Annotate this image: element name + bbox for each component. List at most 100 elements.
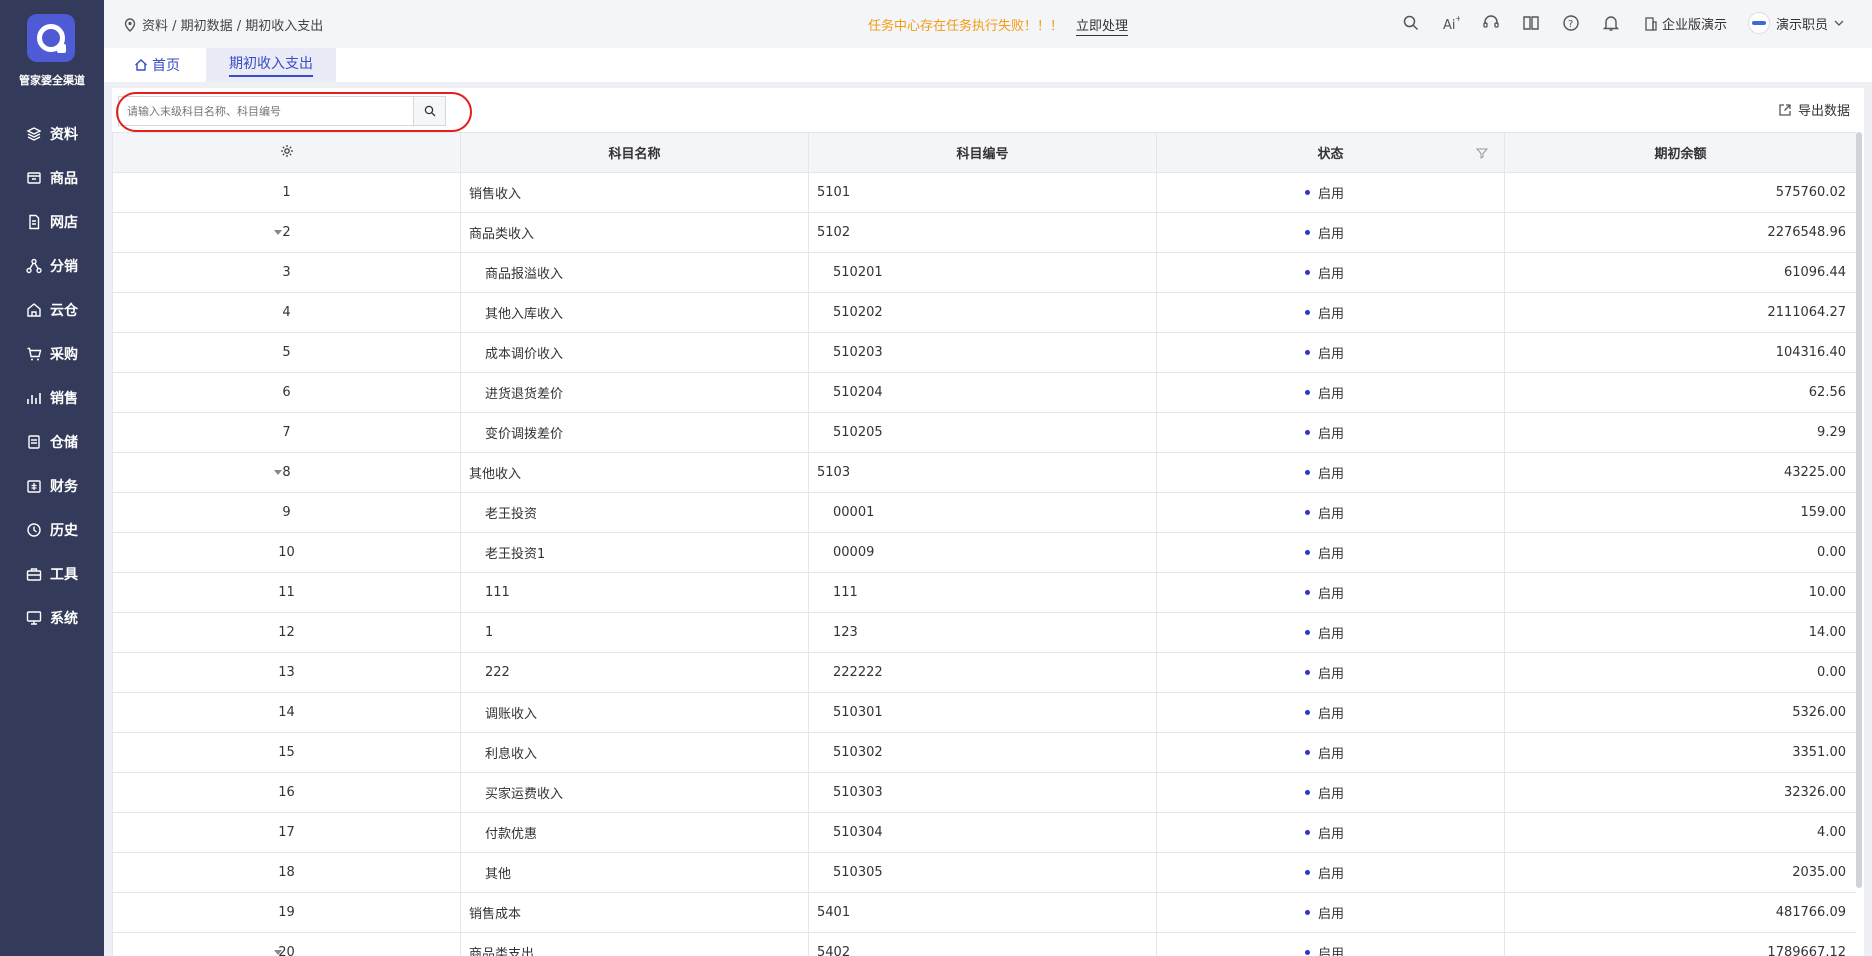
search-input[interactable]	[119, 97, 409, 125]
handle-now-link[interactable]: 立即处理	[1076, 15, 1129, 36]
opening-balance-cell: 1789667.12	[1504, 932, 1856, 956]
status-dot-icon	[1305, 870, 1310, 875]
subject-code-cell: 00009	[808, 532, 1157, 573]
subject-name-cell: 销售收入	[460, 172, 809, 213]
ai-icon[interactable]: Ai +	[1442, 14, 1460, 32]
status-dot-icon	[1305, 190, 1310, 195]
opening-balance-cell: 14.00	[1504, 612, 1856, 653]
svg-text:Ai: Ai	[1443, 18, 1456, 32]
sidebar-item-label: 资料	[50, 127, 78, 143]
sidebar-item-4[interactable]: 云仓	[0, 288, 104, 332]
search-button[interactable]	[413, 97, 445, 125]
status-dot-icon	[1305, 630, 1310, 635]
column-header-status[interactable]: 状态	[1156, 132, 1505, 173]
table-row[interactable]: 11 111 111 启用 10.00	[112, 572, 1856, 613]
expand-caret-icon[interactable]	[274, 950, 282, 955]
sidebar-item-11[interactable]: 系统	[0, 596, 104, 640]
search-box	[118, 96, 446, 126]
sidebar-item-10[interactable]: 工具	[0, 552, 104, 596]
table-row[interactable]: 20 商品类支出 5402 启用 1789667.12	[112, 932, 1856, 956]
subject-code-cell: 5402	[808, 932, 1157, 956]
table-row[interactable]: 13 222 222222 启用 0.00	[112, 652, 1856, 693]
row-index: 7	[282, 425, 291, 440]
table-row[interactable]: 18 其他 510305 启用 2035.00	[112, 852, 1856, 893]
table-header-row: 科目名称 科目编号 状态 期初余额	[112, 132, 1856, 173]
table-row[interactable]: 17 付款优惠 510304 启用 4.00	[112, 812, 1856, 853]
row-index-cell: 2	[112, 212, 461, 253]
row-index: 16	[278, 785, 295, 800]
bell-icon[interactable]	[1602, 14, 1620, 32]
filter-icon[interactable]	[1476, 147, 1488, 159]
column-header-status-label: 状态	[1317, 147, 1344, 162]
status-cell: 启用	[1156, 372, 1505, 413]
sidebar-item-2[interactable]: 网店	[0, 200, 104, 244]
breadcrumb-text: 资料 / 期初数据 / 期初收入支出	[142, 19, 324, 34]
help-icon[interactable]: ?	[1562, 14, 1580, 32]
enterprise-switch[interactable]: 企业版演示	[1644, 14, 1727, 33]
column-header-name[interactable]: 科目名称	[460, 132, 809, 173]
user-menu[interactable]: 演示职员	[1748, 12, 1844, 34]
table-row[interactable]: 15 利息收入 510302 启用 3351.00	[112, 732, 1856, 773]
sidebar-item-5[interactable]: 采购	[0, 332, 104, 376]
search-icon[interactable]	[1402, 14, 1420, 32]
row-index-cell: 17	[112, 812, 461, 853]
tab-initial-income-expense[interactable]: 期初收入支出	[206, 48, 336, 82]
export-label: 导出数据	[1797, 104, 1850, 119]
column-header-code[interactable]: 科目编号	[808, 132, 1157, 173]
opening-balance-cell: 5326.00	[1504, 692, 1856, 733]
subject-code-cell: 510202	[808, 292, 1157, 333]
book-icon[interactable]	[1522, 14, 1540, 32]
sidebar-item-7[interactable]: 仓储	[0, 420, 104, 464]
table-row[interactable]: 4 其他入库收入 510202 启用 2111064.27	[112, 292, 1856, 333]
finance-icon	[27, 480, 41, 493]
tab-home[interactable]: 首页	[134, 48, 180, 82]
sidebar-item-3[interactable]: 分销	[0, 244, 104, 288]
table-row[interactable]: 2 商品类收入 5102 启用 2276548.96	[112, 212, 1856, 253]
table-row[interactable]: 3 商品报溢收入 510201 启用 61096.44	[112, 252, 1856, 293]
table-row[interactable]: 10 老王投资1 00009 启用 0.00	[112, 532, 1856, 573]
opening-balance-cell: 2111064.27	[1504, 292, 1856, 333]
status-dot-icon	[1305, 550, 1310, 555]
headset-icon[interactable]	[1482, 14, 1500, 32]
row-index: 14	[278, 705, 295, 720]
status-text: 启用	[1318, 307, 1345, 322]
status-text: 启用	[1318, 387, 1345, 402]
status-dot-icon	[1305, 790, 1310, 795]
expand-caret-icon[interactable]	[274, 470, 282, 475]
app-logo[interactable]	[27, 14, 75, 62]
status-dot-icon	[1305, 270, 1310, 275]
layers-icon	[26, 127, 42, 141]
vertical-scrollbar[interactable]	[1856, 132, 1862, 888]
sidebar-item-label: 销售	[50, 391, 78, 407]
sidebar-item-1[interactable]: 商品	[0, 156, 104, 200]
subject-code-cell: 510204	[808, 372, 1157, 413]
table-row[interactable]: 12 1 123 启用 14.00	[112, 612, 1856, 653]
sidebar-item-label: 历史	[50, 523, 78, 539]
row-index-cell: 13	[112, 652, 461, 693]
column-header-amount[interactable]: 期初余额	[1504, 132, 1856, 173]
table-row[interactable]: 1 销售收入 5101 启用 575760.02	[112, 172, 1856, 213]
export-button[interactable]: 导出数据	[1778, 100, 1850, 119]
row-index: 19	[278, 905, 295, 920]
expand-caret-icon[interactable]	[274, 230, 282, 235]
status-dot-icon	[1305, 230, 1310, 235]
table-row[interactable]: 6 进货退货差价 510204 启用 62.56	[112, 372, 1856, 413]
sidebar-item-8[interactable]: 财务	[0, 464, 104, 508]
subject-name-cell: 商品类收入	[460, 212, 809, 253]
sidebar-item-9[interactable]: 历史	[0, 508, 104, 552]
table-row[interactable]: 16 买家运费收入 510303 启用 32326.00	[112, 772, 1856, 813]
sidebar-item-6[interactable]: 销售	[0, 376, 104, 420]
subject-name-cell: 其他入库收入	[460, 292, 809, 333]
table-row[interactable]: 19 销售成本 5401 启用 481766.09	[112, 892, 1856, 933]
table-row[interactable]: 5 成本调价收入 510203 启用 104316.40	[112, 332, 1856, 373]
status-cell: 启用	[1156, 772, 1505, 813]
sidebar-item-0[interactable]: 资料	[0, 112, 104, 156]
table-row[interactable]: 7 变价调拨差价 510205 启用 9.29	[112, 412, 1856, 453]
table-row[interactable]: 9 老王投资 00001 启用 159.00	[112, 492, 1856, 533]
content-panel: 导出数据 科目名称 科目编号 状态 期初余额	[112, 88, 1864, 956]
sidebar-item-label: 采购	[50, 347, 78, 363]
column-settings[interactable]	[112, 132, 461, 173]
table-row[interactable]: 14 调账收入 510301 启用 5326.00	[112, 692, 1856, 733]
table-row[interactable]: 8 其他收入 5103 启用 43225.00	[112, 452, 1856, 493]
gear-icon[interactable]	[280, 144, 294, 158]
